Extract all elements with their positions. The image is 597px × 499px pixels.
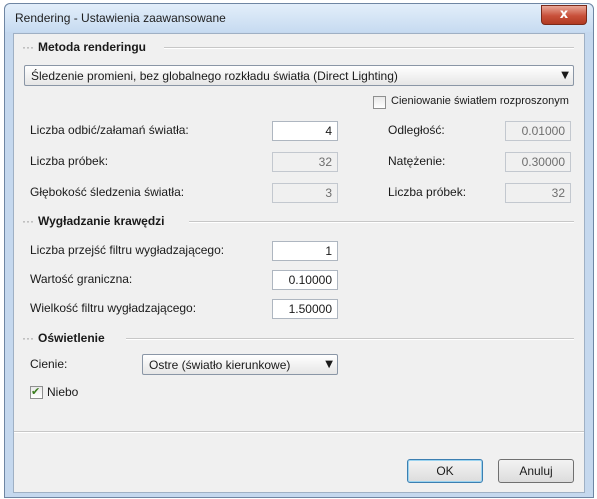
button-area-divider	[14, 431, 584, 433]
close-icon: x	[559, 7, 569, 22]
dialog-client-area: ··· Metoda renderingu Śledzenie promieni,…	[13, 33, 585, 493]
sky-checkbox[interactable]: ✔	[30, 385, 43, 399]
samples-input[interactable]: 32	[272, 152, 338, 172]
antialiasing-header: ··· Wygładzanie krawędzi	[22, 214, 165, 228]
filter-passes-input[interactable]: 1	[272, 241, 338, 261]
trace-depth-input[interactable]: 3	[272, 183, 338, 203]
filter-size-input[interactable]: 1.50000	[272, 299, 338, 319]
bounces-input[interactable]: 4	[272, 121, 338, 141]
rendering-method-select[interactable]: Śledzenie promieni, bez globalnego rozkł…	[24, 65, 574, 86]
close-button[interactable]: x	[541, 5, 587, 25]
antialiasing-title: Wygładzanie krawędzi	[38, 214, 165, 228]
rendering-method-title: Metoda renderingu	[38, 40, 147, 54]
chevron-down-icon: ▼	[325, 359, 333, 370]
lighting-title: Oświetlenie	[38, 331, 105, 345]
diffuse-samples-label: Liczba próbek:	[388, 185, 467, 199]
ok-button[interactable]: OK	[407, 459, 483, 483]
group-divider	[189, 221, 574, 223]
group-dots: ···	[22, 331, 34, 345]
filter-passes-label: Liczba przejść filtru wygładzającego:	[30, 243, 225, 257]
diffuse-samples-input[interactable]: 32	[505, 183, 571, 203]
bounces-label: Liczba odbić/załamań światła:	[30, 123, 189, 137]
threshold-input[interactable]: 0.10000	[272, 270, 338, 290]
rendering-method-header: ··· Metoda renderingu	[22, 40, 146, 54]
group-divider	[164, 47, 574, 49]
dialog-window: Rendering - Ustawienia zaawansowane x ··…	[4, 3, 594, 498]
diffuse-shading-checkbox[interactable]	[373, 96, 386, 109]
threshold-label: Wartość graniczna:	[30, 272, 133, 286]
sky-label: Niebo	[47, 385, 79, 399]
title-bar[interactable]: Rendering - Ustawienia zaawansowane x	[5, 4, 593, 32]
checkmark-icon: ✔	[31, 385, 41, 398]
intensity-input[interactable]: 0.30000	[505, 152, 571, 172]
group-dots: ···	[22, 214, 34, 228]
group-divider	[126, 338, 574, 340]
shadows-select[interactable]: Ostre (światło kierunkowe) ▼	[142, 354, 338, 375]
intensity-label: Natężenie:	[388, 154, 446, 168]
rendering-method-value: Śledzenie promieni, bez globalnego rozkł…	[31, 69, 398, 83]
shadows-value: Ostre (światło kierunkowe)	[149, 358, 291, 372]
distance-label: Odległość:	[388, 123, 445, 137]
distance-input[interactable]: 0.01000	[505, 121, 571, 141]
window-title: Rendering - Ustawienia zaawansowane	[15, 11, 226, 25]
filter-size-label: Wielkość filtru wygładzającego:	[30, 301, 197, 315]
trace-depth-label: Głębokość śledzenia światła:	[30, 185, 185, 199]
group-dots: ···	[22, 40, 34, 54]
cancel-button[interactable]: Anuluj	[498, 459, 574, 483]
lighting-header: ··· Oświetlenie	[22, 331, 105, 345]
samples-label: Liczba próbek:	[30, 154, 109, 168]
diffuse-shading-label: Cieniowanie światłem rozproszonym	[391, 95, 569, 107]
shadows-label: Cienie:	[30, 357, 68, 371]
chevron-down-icon: ▼	[561, 70, 569, 81]
